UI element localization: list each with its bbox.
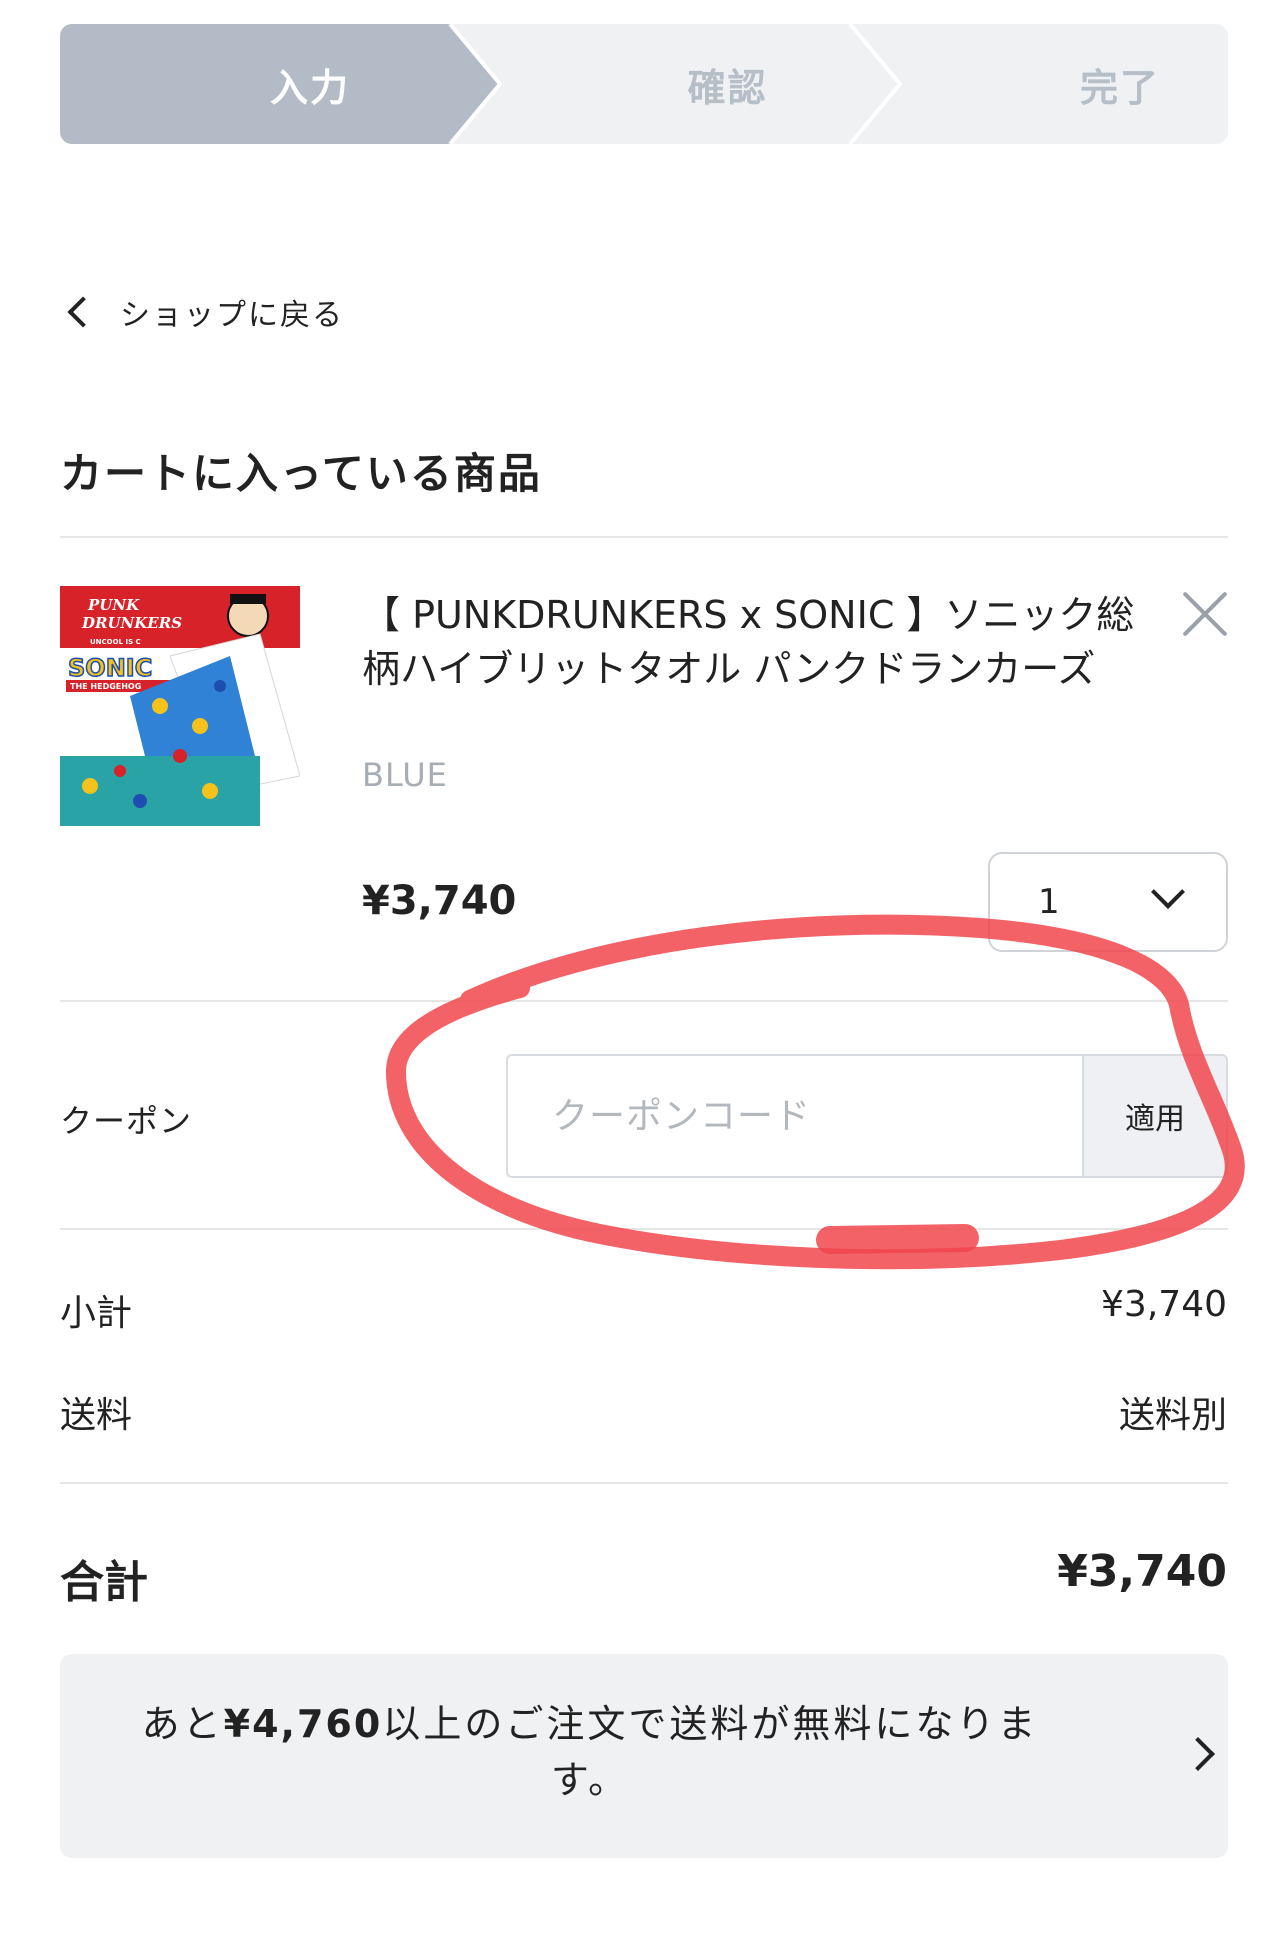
tagline-text: UNCOOL IS C xyxy=(90,638,141,646)
coupon-code-input[interactable] xyxy=(506,1054,1082,1178)
subtotal-label: 小計 xyxy=(60,1293,133,1334)
divider-top xyxy=(60,536,1228,538)
product-image[interactable]: PUNK DRUNKERS UNCOOL IS C SONIC THE HEDG… xyxy=(60,586,300,826)
free-shipping-suffix: 以上のご注文で送料が無料になります。 xyxy=(382,1702,1039,1802)
chevron-left-icon xyxy=(67,296,99,328)
coupon-label: クーポン xyxy=(60,1102,193,1140)
divider-coupon xyxy=(60,1228,1228,1230)
cart-section-title: カートに入っている商品 xyxy=(60,449,542,498)
sonic-logo-text: SONIC xyxy=(68,654,152,682)
coupon-apply-button[interactable]: 適用 xyxy=(1082,1054,1228,1178)
chevron-down-icon xyxy=(1151,875,1185,909)
annotation-stroke-mark xyxy=(816,1224,979,1254)
chevron-right-icon xyxy=(1181,1737,1215,1771)
total-value: ¥3,740 xyxy=(1057,1546,1227,1597)
quantity-value: 1 xyxy=(1038,882,1060,922)
product-name[interactable]: 【 PUNKDRUNKERS x SONIC 】ソニック総柄ハイブリットタオル … xyxy=(362,588,1152,696)
checkout-stepper: 入力 確認 完了 xyxy=(60,24,1228,144)
subtotal-value: ¥3,740 xyxy=(1101,1284,1227,1325)
brand-text-2: DRUNKERS xyxy=(81,614,182,632)
free-shipping-amount: ¥4,760 xyxy=(223,1702,383,1746)
product-variant: BLUE xyxy=(362,756,448,794)
product-price: ¥3,740 xyxy=(362,878,517,924)
shipping-label: 送料 xyxy=(60,1395,133,1436)
back-to-shop-label: ショップに戻る xyxy=(120,298,344,333)
divider-product xyxy=(60,1000,1228,1002)
free-shipping-message: あと¥4,760以上のご注文で送料が無料になります。 xyxy=(130,1696,1050,1808)
quantity-select[interactable]: 1 xyxy=(988,852,1228,952)
divider-totals xyxy=(60,1482,1228,1484)
free-shipping-banner[interactable]: あと¥4,760以上のご注文で送料が無料になります。 xyxy=(60,1654,1228,1858)
shipping-value: 送料別 xyxy=(1118,1395,1227,1436)
back-to-shop-link[interactable]: ショップに戻る xyxy=(64,292,344,333)
total-label: 合計 xyxy=(60,1557,148,1608)
remove-item-button[interactable] xyxy=(1176,586,1232,642)
sonic-logo-sub-text: THE HEDGEHOG xyxy=(70,682,141,691)
brand-text-1: PUNK xyxy=(87,596,140,614)
step-complete: 完了 xyxy=(1079,65,1160,110)
free-shipping-prefix: あと xyxy=(141,1702,224,1746)
towel-illustration: PUNK DRUNKERS UNCOOL IS C SONIC THE HEDG… xyxy=(60,586,300,826)
